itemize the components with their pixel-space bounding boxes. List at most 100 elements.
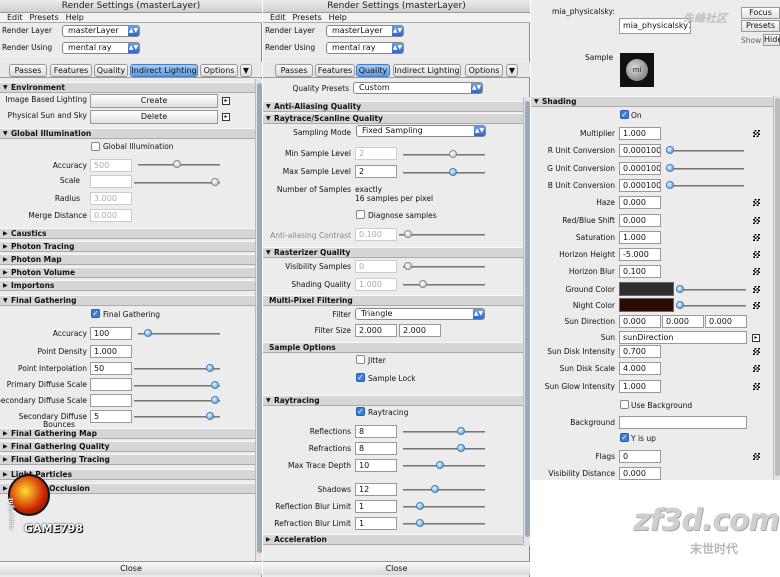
gi-merge-field[interactable]: 0.000 xyxy=(90,209,132,222)
scroll-thumb[interactable] xyxy=(775,98,780,476)
slider-knob[interactable] xyxy=(144,329,152,337)
gi-accuracy-field[interactable]: 500 xyxy=(90,159,132,172)
map-icon[interactable] xyxy=(753,268,760,276)
max-sample-slider[interactable] xyxy=(403,172,485,174)
input-connection-icon[interactable]: ▸ xyxy=(752,334,760,342)
map-icon[interactable] xyxy=(753,251,760,259)
attr-field[interactable]: 0.000100 xyxy=(619,161,661,175)
slider-knob[interactable] xyxy=(449,168,457,176)
primary-diffuse-slider[interactable] xyxy=(134,385,220,387)
on-checkbox[interactable]: ✓ xyxy=(620,110,629,119)
tab-quality[interactable]: Quality xyxy=(94,64,128,77)
attr-field[interactable]: 1.000 xyxy=(619,379,661,393)
diffuse-bounces-field[interactable]: 5 xyxy=(90,410,132,423)
section-fg-quality[interactable]: ▶ Final Gathering Quality xyxy=(0,441,255,452)
tab-features[interactable]: Features xyxy=(50,64,92,77)
section-multi-pixel[interactable]: Multi-Pixel Filtering xyxy=(263,295,523,306)
secondary-diffuse-field[interactable] xyxy=(90,394,132,407)
raytracing-checkbox[interactable]: ✓ xyxy=(356,407,365,416)
fg-checkbox[interactable]: ✓ xyxy=(91,309,100,318)
slider-knob[interactable] xyxy=(676,285,684,293)
slider-knob[interactable] xyxy=(404,262,412,270)
refractions-slider[interactable] xyxy=(403,448,485,450)
slider-knob[interactable] xyxy=(206,364,214,372)
slider-knob[interactable] xyxy=(449,150,457,158)
section-fg-tracing[interactable]: ▶ Final Gathering Tracing xyxy=(0,454,255,465)
attr-field[interactable]: 0.000 xyxy=(619,213,661,227)
tab-indirect-lighting[interactable]: Indirect Lighting xyxy=(393,64,461,77)
tab-features[interactable]: Features xyxy=(315,64,355,77)
shadows-slider[interactable] xyxy=(403,489,485,491)
section-global-illumination[interactable]: ▼ Global Illumination xyxy=(0,128,255,139)
section-photon-map[interactable]: ▶ Photon Map xyxy=(0,254,255,265)
tab-indirect-lighting[interactable]: Indirect Lighting xyxy=(130,64,198,77)
shadows-field[interactable]: 12 xyxy=(355,483,397,496)
attr-field[interactable]: 0.700 xyxy=(619,345,661,358)
map-icon[interactable] xyxy=(753,302,760,309)
render-using-select[interactable]: mental ray ▲▼ xyxy=(62,42,140,54)
section-environment[interactable]: ▼ Environment xyxy=(0,82,255,93)
map-icon[interactable] xyxy=(753,130,760,137)
focus-button[interactable]: Focus xyxy=(741,7,780,19)
slider-knob[interactable] xyxy=(436,461,444,469)
sample-lock-checkbox[interactable]: ✓ xyxy=(356,373,365,382)
map-icon[interactable]: ▸ xyxy=(222,113,230,121)
map-icon[interactable] xyxy=(753,233,760,241)
section-photon-tracing[interactable]: ▶ Photon Tracing xyxy=(0,241,255,252)
slider-knob[interactable] xyxy=(404,230,412,238)
map-icon[interactable] xyxy=(753,348,760,355)
presets-button[interactable]: Presets xyxy=(741,20,780,32)
refractions-field[interactable]: 8 xyxy=(355,442,397,455)
night-color-swatch[interactable] xyxy=(619,298,674,312)
menu-edit[interactable]: Edit xyxy=(270,13,286,23)
slider-knob[interactable] xyxy=(457,444,465,452)
section-acceleration[interactable]: ▶ Acceleration xyxy=(263,534,523,545)
ground-color-slider[interactable] xyxy=(676,289,746,291)
map-icon[interactable] xyxy=(753,365,760,373)
min-sample-slider[interactable] xyxy=(403,154,485,156)
mid-close-button[interactable]: Close xyxy=(263,561,530,575)
section-rasterizer[interactable]: ▼ Rasterizer Quality xyxy=(263,247,523,258)
visibility-distance-field[interactable]: 0.000 xyxy=(619,467,661,480)
left-scrollbar[interactable] xyxy=(255,79,262,561)
attr-field[interactable]: 1.000 xyxy=(619,230,661,244)
section-importons[interactable]: ▶ Importons xyxy=(0,280,255,291)
primary-diffuse-field[interactable] xyxy=(90,378,132,391)
menu-presets[interactable]: Presets xyxy=(30,13,59,23)
attr-field[interactable]: 0.000 xyxy=(619,196,661,210)
slider-knob[interactable] xyxy=(666,146,674,155)
map-icon[interactable] xyxy=(753,199,760,207)
ground-color-swatch[interactable] xyxy=(619,282,674,296)
map-icon[interactable] xyxy=(753,382,760,390)
tab-options[interactable]: Options xyxy=(200,64,238,77)
min-sample-field[interactable]: 2 xyxy=(355,147,397,160)
menu-edit[interactable]: Edit xyxy=(7,13,23,23)
render-using-select[interactable]: mental ray ▲▼ xyxy=(326,42,404,54)
attr-field[interactable]: 0.000100 xyxy=(619,144,661,158)
tab-passes[interactable]: Passes xyxy=(9,64,47,77)
sun-direction-z[interactable]: 0.000 xyxy=(705,315,747,328)
slider-knob[interactable] xyxy=(457,427,465,435)
section-raytrace-scanline[interactable]: ▼ Raytrace/Scanline Quality xyxy=(263,113,523,124)
slider-knob[interactable] xyxy=(676,301,684,309)
shading-quality-slider[interactable] xyxy=(403,284,485,286)
section-sample-options[interactable]: Sample Options xyxy=(263,342,523,353)
fg-accuracy-field[interactable]: 100 xyxy=(90,327,132,340)
slider-knob[interactable] xyxy=(666,163,674,172)
slider-knob[interactable] xyxy=(416,519,424,527)
reflections-slider[interactable] xyxy=(403,431,485,433)
max-trace-field[interactable]: 10 xyxy=(355,459,397,472)
scroll-thumb[interactable] xyxy=(525,101,530,537)
slider-knob[interactable] xyxy=(431,485,439,493)
diagnose-checkbox[interactable] xyxy=(356,210,365,219)
aa-contrast-field[interactable]: 0.100 xyxy=(355,228,397,241)
tabs-overflow-icon[interactable]: ▼ xyxy=(506,64,518,77)
attr-slider[interactable] xyxy=(666,150,744,153)
render-layer-select[interactable]: masterLayer ▲▼ xyxy=(62,25,140,37)
ae-scrollbar[interactable] xyxy=(773,96,780,480)
gi-radius-field[interactable]: 3.000 xyxy=(90,192,132,205)
night-color-slider[interactable] xyxy=(676,305,746,307)
filter-size-y[interactable]: 2.000 xyxy=(399,324,441,337)
map-icon[interactable] xyxy=(753,453,760,460)
tabs-overflow-icon[interactable]: ▼ xyxy=(240,64,252,77)
